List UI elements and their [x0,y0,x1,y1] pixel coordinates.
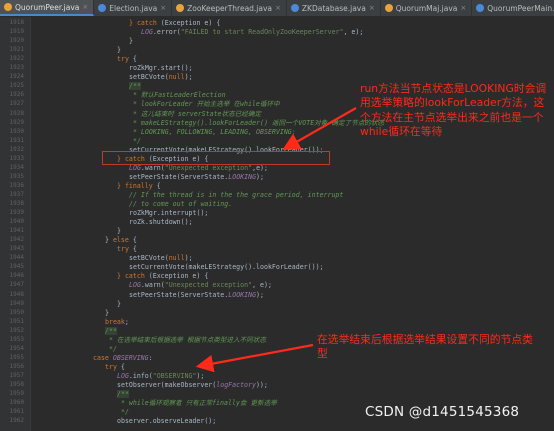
tab-label: QuorumPeer.java [15,2,80,12]
java-class-icon [384,4,393,12]
code-text: observer.observeLeader(); [117,417,217,426]
tab-label: QuorumPeerMain.java [487,3,554,13]
tab-zookeeperthread-java[interactable]: ZooKeeperThread.java × [172,0,287,16]
java-class-icon [4,3,12,11]
editor-tab-bar: QuorumPeer.java × Election.java × ZooKeeperT… [0,0,554,17]
tab-quorummaj-java[interactable]: QuorumMaj.java × [381,0,473,16]
highlight-box [102,151,330,165]
java-class-icon [290,4,299,12]
tab-zkdatabase-java[interactable]: ZKDatabase.java × [287,0,381,16]
close-icon[interactable]: × [160,4,166,12]
tab-label: ZooKeeperThread.java [187,3,273,13]
annotation-node-type: 在选举结束后根据选举结果设置不同的节点类型 [317,333,533,361]
line-number: 1962 [9,417,24,425]
close-icon[interactable]: × [275,4,281,12]
annotation-lookforleader: run方法当节点状态是LOOKING时会调用选举策略的lookForLeader… [360,82,547,139]
tab-label: ZKDatabase.java [301,3,366,13]
java-class-icon [176,4,185,12]
tab-label: QuorumMaj.java [395,3,458,13]
close-icon[interactable]: × [369,4,375,12]
watermark: CSDN @d1451545368 [365,404,520,420]
java-class-icon [98,4,107,12]
tab-quorumpeermain-java[interactable]: QuorumPeerMain.java× [472,0,554,16]
tab-election-java[interactable]: Election.java × [94,0,173,16]
code-editor[interactable]: 1918} catch (Exception e) {1919 LOG.error… [10,17,554,431]
close-icon[interactable]: × [460,4,466,12]
close-icon[interactable]: × [82,3,88,11]
tab-quorumpeer-java[interactable]: QuorumPeer.java × [0,0,95,16]
tab-label: Election.java [109,3,158,13]
java-class-icon [476,4,485,12]
